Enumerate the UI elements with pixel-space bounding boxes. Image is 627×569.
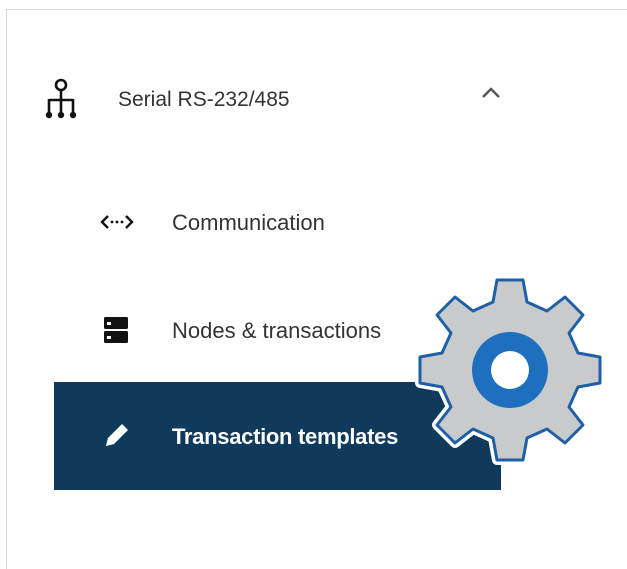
menu-item-label: Nodes & transactions — [172, 318, 382, 343]
menu-item-communication[interactable]: Communication — [54, 193, 501, 251]
menu-section-label: Serial RS-232/485 — [118, 88, 290, 111]
menu-item-label: Transaction templates — [172, 424, 399, 449]
server-icon — [100, 313, 134, 347]
chevron-up-icon[interactable] — [476, 80, 506, 104]
gear-icon — [408, 268, 618, 468]
network-hierarchy-icon — [45, 78, 77, 120]
pencil-icon — [100, 418, 134, 452]
menu-item-label: Communication — [172, 210, 325, 235]
menu-section-serial[interactable]: Serial RS-232/485 — [40, 70, 530, 130]
code-arrows-icon — [100, 205, 134, 239]
